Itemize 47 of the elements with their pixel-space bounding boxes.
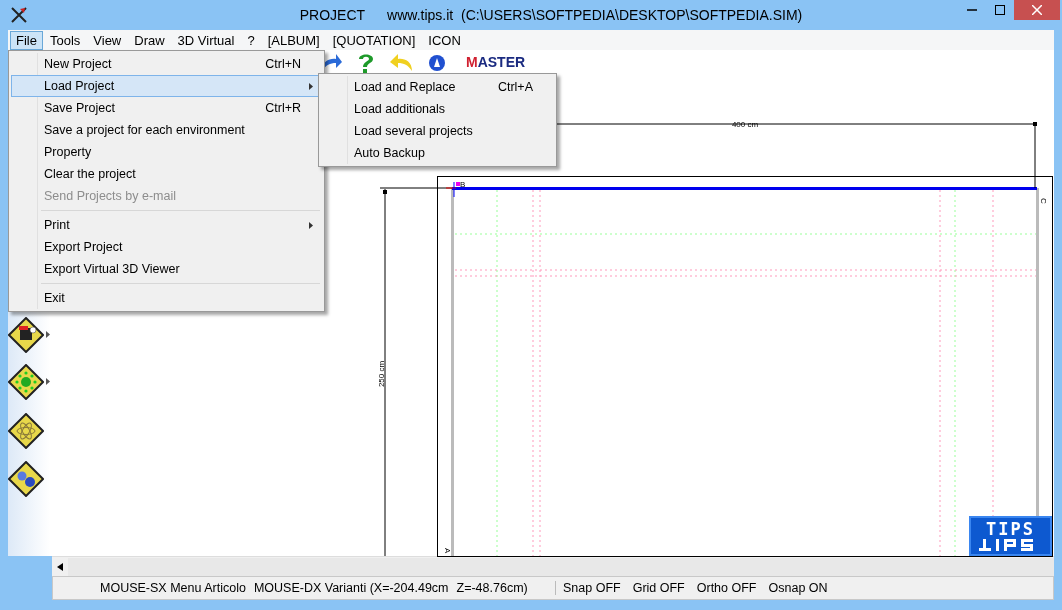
menu-item[interactable]: Property (11, 141, 322, 163)
menu-item[interactable]: Exit (11, 287, 322, 309)
help-icon[interactable] (356, 52, 376, 74)
status-text: Z=-48.76cm) (456, 581, 528, 595)
diamond-tool-icon[interactable] (8, 317, 44, 353)
menu-item[interactable]: Save Project Ctrl+R (11, 97, 322, 119)
menu-item[interactable]: Load additionals (321, 98, 554, 120)
scroll-left-icon (57, 562, 63, 571)
menu-item[interactable]: Load several projects (321, 120, 554, 142)
close-icon (1032, 5, 1042, 15)
status-text: MOUSE-SX Menu Articolo (100, 581, 246, 595)
diamond-tool-icon[interactable] (8, 413, 44, 449)
menu-item[interactable]: Save a project for each environment (11, 119, 322, 141)
status-text: MOUSE-DX Varianti (X=-204.49cm (253, 581, 449, 595)
window-subtitle: www.tips.it (C:\USERS\SOFTPEDIA\DESKTOP\SOFTPEDIA.SIM) (387, 7, 803, 23)
dimension-label: 400 cm (731, 120, 759, 129)
wall-label: A (443, 548, 452, 554)
logo-text: MASTER (466, 54, 526, 72)
close-button[interactable] (1014, 0, 1060, 20)
menu-item[interactable]: [ALBUM] (261, 30, 326, 50)
wall-label: B (460, 180, 466, 189)
menu-item[interactable]: ? (241, 30, 261, 50)
menu-item[interactable]: Clear the project (11, 163, 322, 185)
maximize-icon (995, 5, 1005, 15)
menu-item[interactable]: Auto Backup (321, 142, 554, 164)
menu-item[interactable]: Tools (43, 30, 87, 50)
diamond-tool-icon[interactable] (8, 364, 44, 400)
wall-label: C (1039, 198, 1048, 204)
minimize-icon (967, 9, 977, 11)
menu-item[interactable]: Export Project (11, 236, 322, 258)
menu-item[interactable]: New Project Ctrl+N (11, 53, 322, 75)
menu-item[interactable]: [QUOTATION] (326, 30, 422, 50)
menu-item[interactable]: Load and Replace Ctrl+A (321, 76, 554, 98)
menu-item[interactable]: ICON (422, 30, 467, 50)
menu-item[interactable]: 3D Virtual (171, 30, 241, 50)
axis-marker-icon (445, 181, 460, 198)
menu-item[interactable]: File (10, 30, 43, 50)
menu-item[interactable]: Print (11, 214, 322, 236)
menu-item[interactable]: View (87, 30, 128, 50)
app-icon (10, 6, 28, 24)
info-icon[interactable] (428, 54, 446, 72)
diamond-tool-icon[interactable] (8, 461, 44, 497)
menu-item[interactable]: Draw (128, 30, 171, 50)
menu-item[interactable]: Export Virtual 3D Viewer (11, 258, 322, 280)
logo-text: TIPS (986, 520, 1035, 538)
dimension-label: 250 cm (377, 360, 386, 388)
window-title: PROJECT (299, 7, 366, 23)
